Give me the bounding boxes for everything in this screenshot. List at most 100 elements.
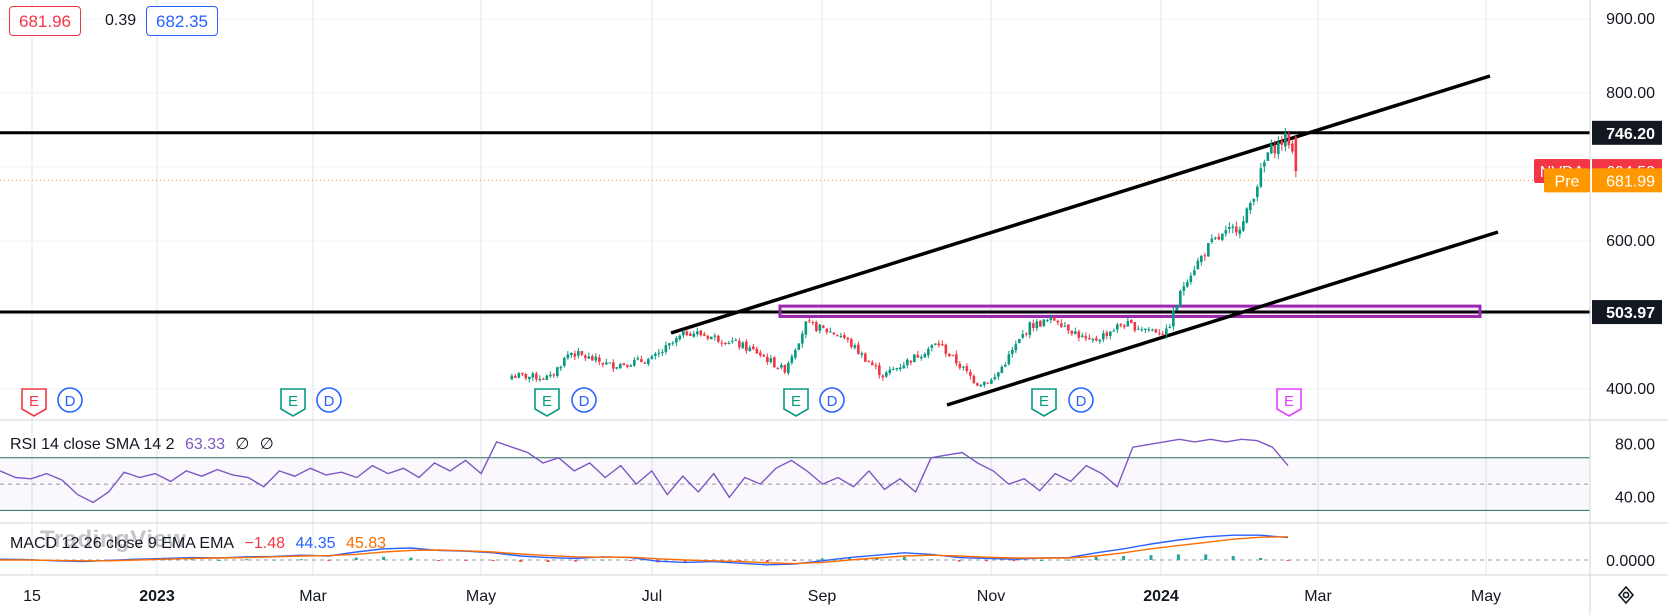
rsi-extra-2: ∅ [259,436,274,453]
candle-body-162 [1077,331,1081,338]
candle-body-170 [1105,332,1109,337]
candle-body-206 [1231,226,1235,228]
price-badge-3: 503.97 [1592,300,1662,325]
macd-legend[interactable]: MACD 12 26 close 9 EMA EMA −1.48 44.35 4… [10,535,392,553]
candle-body-74 [769,358,773,363]
dividend-icon[interactable]: D [57,387,83,413]
candle-body-173 [1116,324,1119,330]
candle-body-59 [717,335,720,342]
earnings-icon[interactable]: E [21,388,47,417]
candle-body-84 [804,321,808,335]
event-letter-4: E [542,393,552,410]
candle-body-88 [818,324,822,331]
macd-hist-bar-18 [491,560,495,561]
candle-body-11 [549,374,552,377]
dividend-icon[interactable]: D [819,387,845,413]
earnings-icon[interactable]: E [280,388,306,417]
candle-body-107 [885,372,888,377]
candle-body-138 [993,376,997,380]
candle-body-103 [871,362,874,366]
candle-body-118 [923,354,927,358]
event-letter-10: E [1284,393,1294,410]
dividend-icon[interactable]: D [316,387,342,413]
event-letter-8: E [1039,393,1049,410]
candle-body-55 [703,334,706,336]
candle-body-98 [853,345,857,348]
macd-hist-bar-23 [628,560,632,561]
time-label-1: 2023 [139,588,175,605]
candle-body-29 [612,362,615,369]
candle-body-80 [790,356,794,363]
candle-body-123 [941,344,944,346]
candle-body-7 [535,373,538,380]
resistance-zone [778,304,1482,318]
spread-value: 0.39 [101,6,141,36]
event-letter-5: D [579,393,590,410]
candle-body-33 [626,364,629,367]
candle-body-45 [668,343,671,346]
candle-body-176 [1126,321,1130,327]
event-letter-9: D [1076,393,1087,410]
macd-title: MACD 12 26 close 9 EMA EMA [10,535,235,552]
candle-body-214 [1259,168,1263,187]
earnings-icon[interactable]: E [1031,388,1057,417]
event-letter-0: E [29,393,39,410]
macd-hist-bar-40 [1094,556,1098,560]
candle-body-93 [836,335,839,337]
earnings-icon[interactable]: E [1276,388,1302,417]
candle-body-166 [1091,339,1095,341]
candle-body-219 [1277,141,1280,154]
earnings-icon[interactable]: E [534,388,560,417]
candle-body-19 [577,351,580,356]
dividend-icon[interactable]: D [571,387,597,413]
settings-icon[interactable] [1615,584,1637,606]
candle-body-222 [1287,134,1291,146]
candle-body-94 [839,336,843,338]
candle-body-15 [563,357,566,366]
candle-body-68 [748,347,752,352]
rsi-legend[interactable]: RSI 14 close SMA 14 2 63.33 ∅ ∅ [10,434,280,454]
candle-body-100 [860,353,864,355]
candle-body-134 [979,384,983,387]
candle-body-142 [1007,354,1011,365]
macd-hist-bar-22 [601,559,605,561]
dividend-icon[interactable]: D [1068,387,1094,413]
candle-body-63 [731,341,734,343]
candle-body-62 [727,343,731,345]
price-badge-0: 746.20 [1592,120,1662,145]
bid-price[interactable]: 681.96 [9,6,81,36]
candle-body-44 [664,345,668,352]
candle-body-184 [1154,329,1158,333]
candle-body-54 [699,330,703,336]
candle-body-197 [1200,256,1203,262]
candle-body-112 [902,365,906,369]
candle-body-39 [647,359,650,364]
candle-body-148 [1028,322,1032,335]
candle-body-192 [1182,286,1186,291]
chart-canvas[interactable]: 900.00800.00700.00600.00500.00400.001520… [0,0,1668,615]
candle-body-133 [976,383,979,386]
candle-body-99 [857,344,860,354]
time-label-3: May [466,588,496,605]
candle-body-157 [1060,323,1063,327]
candle-body-117 [920,356,923,359]
earnings-icon[interactable]: E [783,388,809,417]
candle-body-207 [1235,226,1238,233]
macd-hist-bar-15 [409,557,413,560]
macd-hist-bar-12 [327,560,331,561]
ask-price[interactable]: 682.35 [146,6,218,36]
candle-body-96 [846,338,850,340]
candle-body-126 [951,354,955,356]
candle-body-38 [643,362,647,364]
candle-body-27 [605,362,608,365]
candle-body-119 [927,348,930,356]
candle-body-139 [997,372,1000,377]
candle-body-76 [776,368,780,370]
candle-body-50 [685,331,689,335]
candle-body-70 [755,348,759,354]
candle-body-135 [983,381,986,386]
candle-body-220 [1280,140,1284,145]
candle-body-20 [580,350,584,355]
candle-body-13 [556,367,559,377]
candle-body-5 [528,376,531,380]
